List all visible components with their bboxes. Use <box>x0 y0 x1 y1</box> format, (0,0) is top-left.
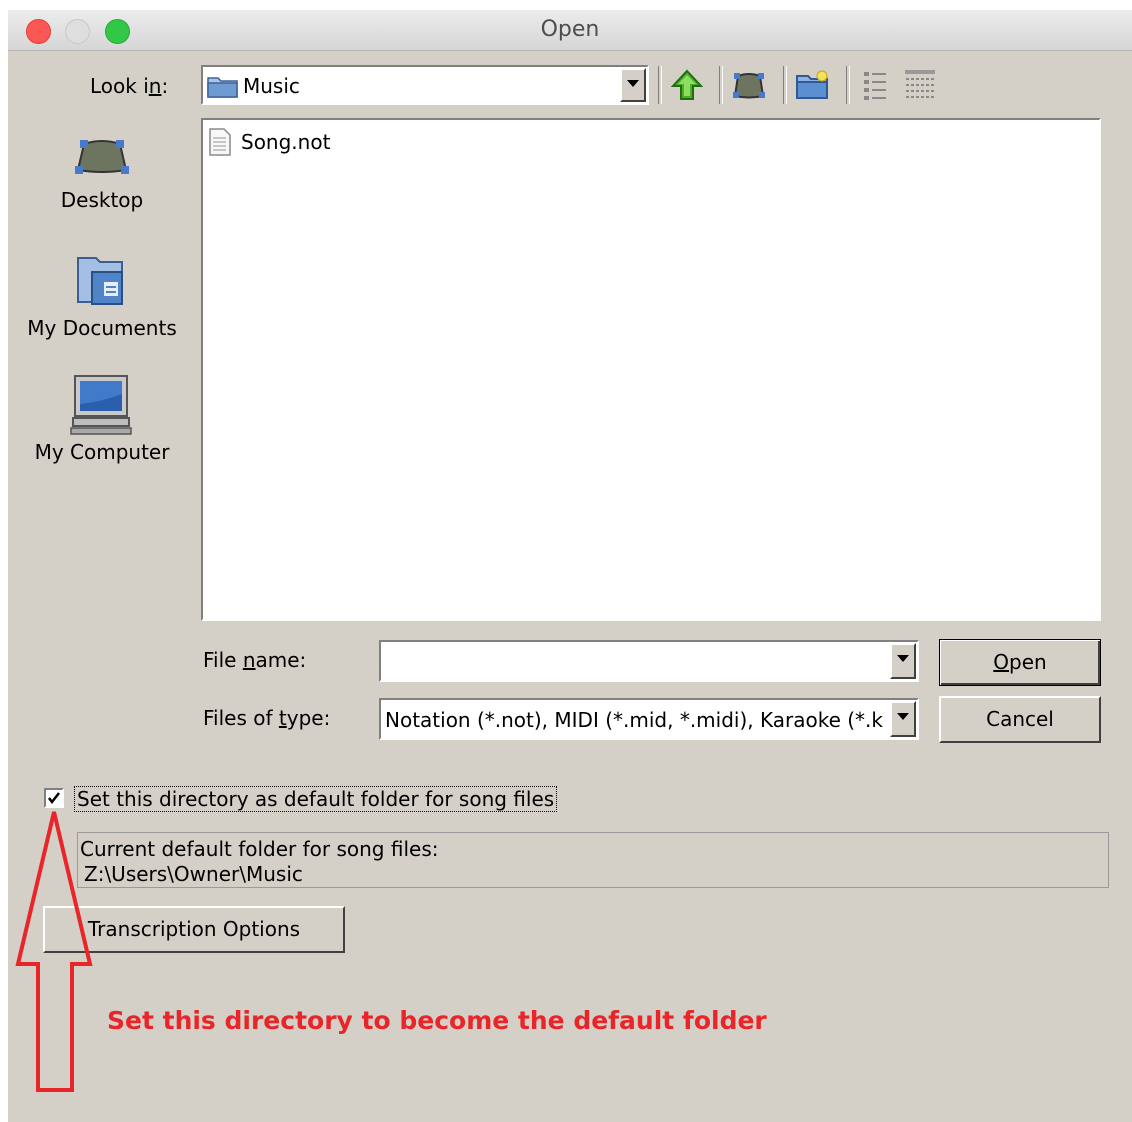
place-my-computer[interactable]: My Computer <box>12 374 192 464</box>
open-button[interactable]: Open <box>939 639 1101 686</box>
look-in-label: Look in: <box>90 74 169 98</box>
place-label: My Documents <box>27 316 177 340</box>
file-list[interactable]: Song.not <box>201 118 1101 621</box>
annotation-text: Set this directory to become the default… <box>107 1006 767 1035</box>
details-view-icon[interactable] <box>903 68 937 102</box>
list-view-icon[interactable] <box>860 68 894 102</box>
up-arrow-annotation <box>15 811 93 1092</box>
file-name-combo[interactable] <box>379 640 919 682</box>
desktop-icon <box>75 140 129 174</box>
file-name-text: Song.not <box>241 130 331 154</box>
files-of-type-dropdown-button[interactable] <box>890 701 916 737</box>
files-of-type-combo[interactable]: Notation (*.not), MIDI (*.mid, *.midi), … <box>379 698 919 740</box>
file-name-dropdown-button[interactable] <box>890 643 916 679</box>
place-my-documents[interactable]: My Documents <box>12 252 192 340</box>
toolbar-separator <box>846 66 850 104</box>
file-name-label: File name: <box>203 648 307 672</box>
files-of-type-label: Files of type: <box>203 706 331 730</box>
look-in-dropdown-button[interactable] <box>620 68 646 102</box>
my-computer-icon <box>70 375 132 435</box>
new-folder-icon[interactable] <box>795 68 829 102</box>
current-default-label: Current default folder for song files: <box>80 837 439 861</box>
document-icon <box>209 128 231 156</box>
place-desktop[interactable]: Desktop <box>12 130 192 212</box>
look-in-value: Music <box>243 74 300 98</box>
look-in-combo[interactable]: Music <box>201 65 649 105</box>
folder-icon <box>207 77 238 98</box>
place-label: Desktop <box>60 188 144 212</box>
current-default-folder-box: Current default folder for song files: Z… <box>77 832 1109 888</box>
up-folder-icon[interactable] <box>670 68 704 102</box>
cancel-button[interactable]: Cancel <box>939 696 1101 743</box>
toolbar-separator <box>783 66 787 104</box>
desktop-icon[interactable] <box>732 68 766 102</box>
place-label: My Computer <box>34 440 170 464</box>
toolbar-separator <box>658 66 662 104</box>
my-documents-icon <box>77 257 123 305</box>
window-title: Open <box>540 17 600 42</box>
files-of-type-value: Notation (*.not), MIDI (*.mid, *.midi), … <box>385 708 883 732</box>
current-default-path: Z:\Users\Owner\Music <box>84 862 303 886</box>
title-bar: Open <box>8 10 1132 51</box>
toolbar-separator <box>719 66 723 104</box>
default-folder-checkbox-label[interactable]: Set this directory as default folder for… <box>74 786 558 812</box>
open-dialog: Open Look in: Music Desktop My Documents… <box>8 10 1132 1122</box>
